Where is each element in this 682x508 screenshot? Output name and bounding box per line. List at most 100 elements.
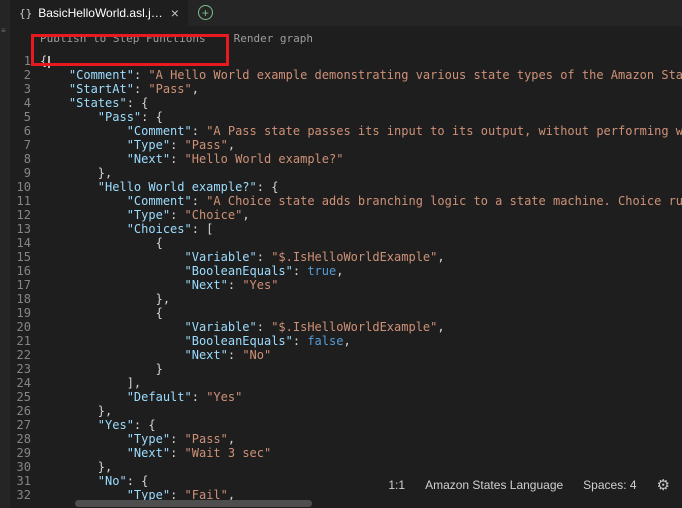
line-number[interactable]: 21 xyxy=(10,334,31,348)
line-number[interactable]: 17 xyxy=(10,278,31,292)
code-line[interactable]: { xyxy=(40,306,682,320)
code-line[interactable]: "States": { xyxy=(40,96,682,110)
code-line[interactable]: "Default": "Yes" xyxy=(40,390,682,404)
line-number[interactable]: 32 xyxy=(10,488,31,502)
code-token: : { xyxy=(257,180,279,194)
code-token: { xyxy=(40,306,163,320)
code-token: "Next" xyxy=(127,152,170,166)
code-line[interactable]: "Next": "Wait 3 sec" xyxy=(40,446,682,460)
line-number[interactable]: 27 xyxy=(10,418,31,432)
line-number[interactable]: 6 xyxy=(10,124,31,138)
line-number[interactable]: 15 xyxy=(10,250,31,264)
line-number[interactable]: 5 xyxy=(10,110,31,124)
line-number[interactable]: 24 xyxy=(10,376,31,390)
code-token: , xyxy=(437,250,444,264)
line-number[interactable]: 18 xyxy=(10,292,31,306)
gear-icon[interactable]: ⚙ xyxy=(657,476,670,494)
code-token: "Yes" xyxy=(98,418,134,432)
code-token: "Default" xyxy=(127,390,192,404)
indentation-indicator[interactable]: Spaces: 4 xyxy=(583,478,636,492)
line-number[interactable]: 13 xyxy=(10,222,31,236)
code-line[interactable]: "Comment": "A Hello World example demons… xyxy=(40,68,682,82)
code-line[interactable]: } xyxy=(40,362,682,376)
line-number[interactable]: 26 xyxy=(10,404,31,418)
code-token: "Wait 3 sec" xyxy=(185,446,272,460)
cursor-position-indicator[interactable]: 1:1 xyxy=(388,478,405,492)
language-mode-indicator[interactable]: Amazon States Language xyxy=(425,478,563,492)
code-line[interactable]: "Pass": { xyxy=(40,110,682,124)
code-token: "Comment" xyxy=(69,68,134,82)
line-number[interactable]: 25 xyxy=(10,390,31,404)
code-line[interactable]: }, xyxy=(40,292,682,306)
line-number[interactable]: 30 xyxy=(10,460,31,474)
line-number[interactable]: 16 xyxy=(10,264,31,278)
code-token: : { xyxy=(134,418,156,432)
horizontal-scrollbar-thumb[interactable] xyxy=(75,500,312,507)
code-line[interactable]: { xyxy=(40,54,682,68)
code-line[interactable]: "BooleanEquals": true, xyxy=(40,264,682,278)
code-line[interactable]: ], xyxy=(40,376,682,390)
tab-basichelloworld[interactable]: {} BasicHelloWorld.asl.j… × xyxy=(10,0,188,26)
code-line[interactable]: "Next": "Hello World example?" xyxy=(40,152,682,166)
code-line[interactable]: "Variable": "$.IsHelloWorldExample", xyxy=(40,320,682,334)
code-token xyxy=(40,138,127,152)
code-line[interactable]: }, xyxy=(40,166,682,180)
line-number[interactable]: 12 xyxy=(10,208,31,222)
code-token: : xyxy=(228,278,242,292)
code-token: : xyxy=(192,124,206,138)
code-token xyxy=(40,278,185,292)
line-number[interactable]: 7 xyxy=(10,138,31,152)
code-token: "Type" xyxy=(127,138,170,152)
code-line[interactable]: "Comment": "A Pass state passes its inpu… xyxy=(40,124,682,138)
line-number[interactable]: 22 xyxy=(10,348,31,362)
code-line[interactable]: "Next": "Yes" xyxy=(40,278,682,292)
code-line[interactable]: "Type": "Pass", xyxy=(40,432,682,446)
close-icon[interactable]: × xyxy=(171,6,179,20)
render-graph-link[interactable]: Render graph xyxy=(234,32,313,45)
line-number[interactable]: 20 xyxy=(10,320,31,334)
code-token xyxy=(40,110,98,124)
code-line[interactable]: "Hello World example?": { xyxy=(40,180,682,194)
code-token: : xyxy=(170,152,184,166)
code-line[interactable]: "Comment": "A Choice state adds branchin… xyxy=(40,194,682,208)
publish-to-step-functions-link[interactable]: Publish to Step Functions xyxy=(40,32,206,45)
line-number[interactable]: 10 xyxy=(10,180,31,194)
code-token xyxy=(40,68,69,82)
line-number[interactable]: 1 xyxy=(10,54,31,68)
line-number[interactable]: 9 xyxy=(10,166,31,180)
code-token xyxy=(40,124,127,138)
json-file-icon: {} xyxy=(19,7,32,20)
code-line[interactable]: { xyxy=(40,236,682,250)
line-number[interactable]: 2 xyxy=(10,68,31,82)
line-number[interactable]: 19 xyxy=(10,306,31,320)
line-number[interactable]: 3 xyxy=(10,82,31,96)
code-line[interactable]: "Choices": [ xyxy=(40,222,682,236)
line-number[interactable]: 11 xyxy=(10,194,31,208)
line-number[interactable]: 23 xyxy=(10,362,31,376)
add-icon[interactable]: + xyxy=(198,5,213,20)
line-number[interactable]: 4 xyxy=(10,96,31,110)
line-number[interactable]: 31 xyxy=(10,474,31,488)
line-number[interactable]: 29 xyxy=(10,446,31,460)
line-number[interactable]: 28 xyxy=(10,432,31,446)
code-line[interactable]: "Variable": "$.IsHelloWorldExample", xyxy=(40,250,682,264)
code-line[interactable]: "Yes": { xyxy=(40,418,682,432)
code-token: ], xyxy=(40,376,141,390)
code-area[interactable]: { "Comment": "A Hello World example demo… xyxy=(40,54,682,502)
codelens-row: Publish to Step Functions Render graph xyxy=(40,32,313,45)
code-line[interactable]: "Next": "No" xyxy=(40,348,682,362)
text-cursor xyxy=(48,56,50,68)
code-line[interactable]: "BooleanEquals": false, xyxy=(40,334,682,348)
code-line[interactable]: }, xyxy=(40,404,682,418)
code-token: "Choice" xyxy=(185,208,243,222)
code-line[interactable]: "Type": "Choice", xyxy=(40,208,682,222)
code-line[interactable]: "StartAt": "Pass", xyxy=(40,82,682,96)
code-token: "A Hello World example demonstrating var… xyxy=(148,68,682,82)
code-token: "Next" xyxy=(185,278,228,292)
line-number[interactable]: 8 xyxy=(10,152,31,166)
code-token xyxy=(40,334,185,348)
line-number[interactable]: 14 xyxy=(10,236,31,250)
code-token xyxy=(40,208,127,222)
code-line[interactable]: }, xyxy=(40,460,682,474)
code-line[interactable]: "Type": "Pass", xyxy=(40,138,682,152)
